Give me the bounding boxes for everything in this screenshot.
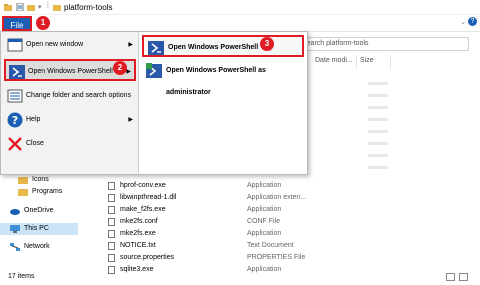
submenu-item-open-powershell-admin[interactable]: Open Windows PowerShell as administrator xyxy=(142,60,304,96)
title-separator: | xyxy=(47,2,49,9)
submenu-arrow-icon: ▶ xyxy=(128,42,133,48)
list-item[interactable]: NOTICE.txt Text Document xyxy=(108,240,448,252)
submenu-arrow-icon: ▶ xyxy=(126,69,131,75)
column-separator[interactable] xyxy=(390,55,391,69)
submenu-arrow-icon: ▶ xyxy=(128,117,133,123)
nav-item-onedrive[interactable]: OneDrive xyxy=(10,205,54,217)
menu-item-change-folder-options[interactable]: Change folder and search options xyxy=(4,85,136,107)
nav-item-label: Icons xyxy=(32,176,49,183)
nav-item-icons[interactable]: Icons xyxy=(18,174,49,186)
column-size[interactable]: Size xyxy=(360,57,374,64)
large-icons-view-icon[interactable] xyxy=(459,273,468,281)
file-icon xyxy=(108,254,115,262)
folder-icon xyxy=(18,189,28,196)
customize-quick-access-icon[interactable]: ▾ xyxy=(38,3,42,11)
faint-row xyxy=(368,130,388,133)
file-menu-main: Open new window ▶ Open Windows PowerShel… xyxy=(1,32,138,174)
submenu-item-open-powershell[interactable]: Open Windows PowerShell xyxy=(142,35,304,57)
properties-icon[interactable] xyxy=(16,3,24,11)
list-item[interactable]: make_f2fs.exe Application xyxy=(108,204,448,216)
faint-row xyxy=(368,166,388,169)
computer-icon xyxy=(10,225,20,233)
list-item[interactable]: mke2fs.conf CONF File xyxy=(108,216,448,228)
menu-item-open-new-window[interactable]: Open new window ▶ xyxy=(4,34,136,56)
faint-row xyxy=(368,82,388,85)
close-icon xyxy=(8,137,22,151)
step-badge: 3 xyxy=(260,37,274,51)
file-icon xyxy=(108,266,115,274)
search-input[interactable]: Search platform-tools xyxy=(297,37,469,51)
nav-item-label: Network xyxy=(24,243,50,250)
powershell-icon xyxy=(148,41,164,55)
file-icon xyxy=(108,206,115,214)
cloud-icon xyxy=(10,209,20,215)
file-tab[interactable]: File xyxy=(2,16,32,31)
file-icon xyxy=(108,242,115,250)
nav-item-label: OneDrive xyxy=(24,207,54,214)
list-item[interactable]: mke2fs.exe Application xyxy=(108,228,448,240)
folder-icon xyxy=(4,4,12,11)
network-icon xyxy=(10,243,20,251)
step-badge: 2 xyxy=(113,61,127,75)
status-item-count: 17 items xyxy=(8,273,35,280)
list-item[interactable]: hprof-conv.exe Application xyxy=(108,180,448,192)
window-icon xyxy=(7,38,23,52)
powershell-icon xyxy=(9,65,25,79)
column-separator[interactable] xyxy=(356,55,357,69)
help-icon[interactable]: ? xyxy=(468,17,477,26)
menu-item-close[interactable]: Close xyxy=(4,133,136,155)
folder-icon xyxy=(18,177,28,184)
nav-item-label: Programs xyxy=(32,188,63,195)
nav-item-label: This PC xyxy=(24,225,49,232)
svg-text:?: ? xyxy=(12,114,18,127)
faint-row xyxy=(368,118,388,121)
powershell-submenu: Open Windows PowerShell Open Windows Pow… xyxy=(139,32,307,174)
step-badge: 1 xyxy=(36,16,50,30)
file-icon xyxy=(108,230,115,238)
new-folder-icon[interactable] xyxy=(27,3,35,11)
nav-item-programs[interactable]: Programs xyxy=(18,186,62,198)
window-title: platform-tools xyxy=(64,3,113,12)
ribbon-expand-icon[interactable]: ⌄ xyxy=(460,18,466,26)
file-menu: Open new window ▶ Open Windows PowerShel… xyxy=(0,31,308,175)
faint-row xyxy=(368,142,388,145)
faint-row xyxy=(368,106,388,109)
nav-item-this-pc[interactable]: This PC xyxy=(0,223,78,235)
list-item[interactable]: sqlite3.exe Application xyxy=(108,264,448,276)
ribbon: ⌄ ? xyxy=(0,15,480,32)
folder-title-icon xyxy=(53,5,61,11)
title-bar: ▾ | platform-tools xyxy=(0,0,480,15)
options-icon xyxy=(7,89,23,103)
details-view-icon[interactable] xyxy=(446,273,455,281)
list-item[interactable]: libwinpthread-1.dll Application exten... xyxy=(108,192,448,204)
file-icon xyxy=(108,182,115,190)
nav-item-network[interactable]: Network xyxy=(10,241,50,253)
menu-item-help[interactable]: ? Help ▶ xyxy=(4,109,136,131)
powershell-admin-icon xyxy=(146,63,162,78)
column-date-modified[interactable]: Date modi... xyxy=(315,57,353,64)
help-icon: ? xyxy=(7,112,23,128)
file-icon xyxy=(108,218,115,226)
list-item[interactable]: source.properties PROPERTIES File xyxy=(108,252,448,264)
file-icon xyxy=(108,194,115,202)
faint-row xyxy=(368,154,388,157)
faint-row xyxy=(368,94,388,97)
